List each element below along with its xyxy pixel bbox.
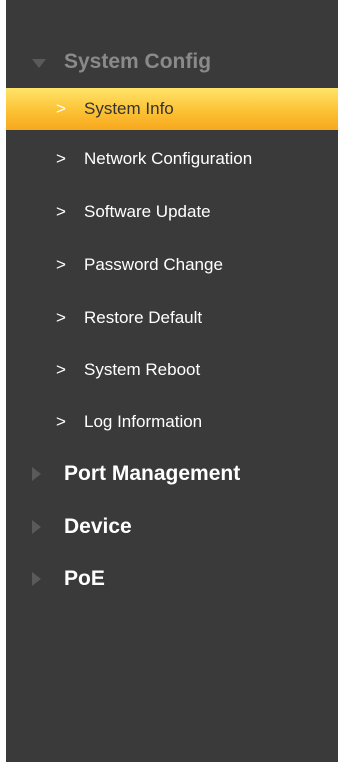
triangle-down-icon xyxy=(32,59,46,68)
sidebar-item-label: System Reboot xyxy=(84,360,201,379)
sidebar-item-label: Log Information xyxy=(84,412,203,431)
chevron-right-icon: > xyxy=(56,412,66,431)
chevron-right-icon: > xyxy=(56,360,66,379)
section-label: System Config xyxy=(64,50,212,73)
sidebar-item-log-information[interactable]: > Log Information xyxy=(6,404,338,440)
sidebar-item-password-change[interactable]: > Password Change xyxy=(6,247,338,283)
section-system-config[interactable]: System Config xyxy=(6,42,338,82)
sidebar-item-label: Software Update xyxy=(84,202,211,221)
chevron-right-icon: > xyxy=(56,308,66,327)
sidebar-item-system-info[interactable]: > System Info xyxy=(6,88,338,130)
section-label: Device xyxy=(64,515,132,538)
sidebar-item-system-reboot[interactable]: > System Reboot xyxy=(6,352,338,388)
section-label: PoE xyxy=(64,567,105,590)
chevron-right-icon: > xyxy=(56,255,66,274)
sidebar-nav: System Config > System Info > Network Co… xyxy=(6,0,338,762)
sidebar-item-restore-default[interactable]: > Restore Default xyxy=(6,300,338,336)
sidebar-item-label: System Info xyxy=(84,99,174,118)
chevron-right-icon: > xyxy=(56,99,66,118)
triangle-right-icon xyxy=(32,520,41,534)
sidebar-item-software-update[interactable]: > Software Update xyxy=(6,194,338,230)
sidebar-item-label: Restore Default xyxy=(84,308,203,327)
section-device[interactable]: Device xyxy=(6,507,338,547)
section-label: Port Management xyxy=(64,462,241,485)
sidebar-item-network-configuration[interactable]: > Network Configuration xyxy=(6,141,338,177)
section-poe[interactable]: PoE xyxy=(6,559,338,599)
triangle-right-icon xyxy=(32,467,41,481)
sidebar-item-label: Network Configuration xyxy=(84,149,253,168)
chevron-right-icon: > xyxy=(56,202,66,221)
chevron-right-icon: > xyxy=(56,149,66,168)
section-port-management[interactable]: Port Management xyxy=(6,454,338,494)
triangle-right-icon xyxy=(32,572,41,586)
sidebar-item-label: Password Change xyxy=(84,255,223,274)
